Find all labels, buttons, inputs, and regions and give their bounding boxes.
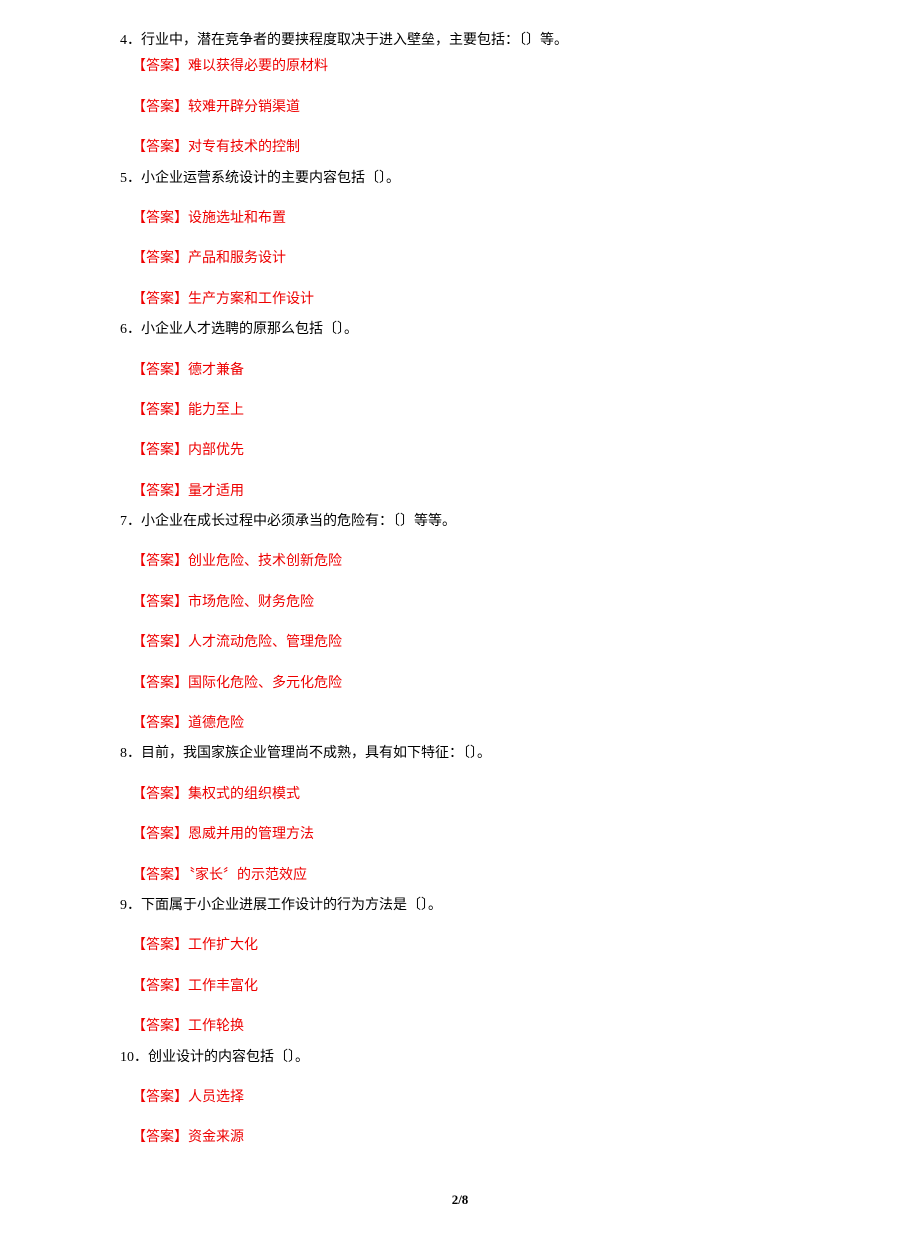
answer-text: 德才兼备	[188, 363, 244, 378]
answer-line: 【答案】工作扩大化	[132, 935, 800, 957]
answer-label: 【答案】	[132, 979, 188, 994]
answer-label: 【答案】	[132, 140, 188, 155]
answer-line: 【答案】创业危险、技术创新危险	[132, 551, 800, 573]
page-number: 2/8	[120, 1190, 800, 1211]
answer-label: 【答案】	[132, 100, 188, 115]
question-number: 7．	[120, 514, 141, 529]
question-number: 8．	[120, 746, 141, 761]
question-10: 10．创业设计的内容包括〔〕。	[120, 1047, 800, 1069]
answer-text: 恩威并用的管理方法	[188, 827, 314, 842]
question-number: 9．	[120, 898, 141, 913]
answer-line: 【答案】市场危险、财务危险	[132, 592, 800, 614]
answer-line: 【答案】人才流动危险、管理危险	[132, 632, 800, 654]
answer-line: 【答案】道德危险	[132, 713, 800, 735]
answer-text: 产品和服务设计	[188, 251, 286, 266]
answer-line: 【答案】国际化危险、多元化危险	[132, 673, 800, 695]
question-5: 5．小企业运营系统设计的主要内容包括〔〕。	[120, 168, 800, 190]
answer-text: 〝家长〞的示范效应	[188, 868, 307, 883]
answer-line: 【答案】设施选址和布置	[132, 208, 800, 230]
answer-text: 资金来源	[188, 1130, 244, 1145]
question-text: 目前，我国家族企业管理尚不成熟，具有如下特征：〔〕。	[141, 746, 491, 761]
answer-label: 【答案】	[132, 363, 188, 378]
answer-line: 【答案】工作丰富化	[132, 976, 800, 998]
answer-label: 【答案】	[132, 938, 188, 953]
question-number: 4．	[120, 33, 141, 48]
answer-text: 能力至上	[188, 403, 244, 418]
answer-text: 对专有技术的控制	[188, 140, 300, 155]
answer-text: 较难开辟分销渠道	[188, 100, 300, 115]
answer-text: 市场危险、财务危险	[188, 595, 314, 610]
answer-line: 【答案】内部优先	[132, 440, 800, 462]
answer-text: 难以获得必要的原材料	[188, 59, 328, 74]
question-text: 行业中，潜在竞争者的要挟程度取决于进入壁垒，主要包括：〔〕等。	[141, 33, 568, 48]
answer-label: 【答案】	[132, 868, 188, 883]
answer-line: 【答案】资金来源	[132, 1127, 800, 1149]
answer-line: 【答案】难以获得必要的原材料	[132, 56, 800, 78]
answer-label: 【答案】	[132, 211, 188, 226]
question-8: 8．目前，我国家族企业管理尚不成熟，具有如下特征：〔〕。	[120, 743, 800, 765]
answer-line: 【答案】〝家长〞的示范效应	[132, 865, 800, 887]
answer-label: 【答案】	[132, 676, 188, 691]
answer-line: 【答案】集权式的组织模式	[132, 784, 800, 806]
answer-label: 【答案】	[132, 1130, 188, 1145]
answer-line: 【答案】能力至上	[132, 400, 800, 422]
answer-text: 道德危险	[188, 716, 244, 731]
question-text: 下面属于小企业进展工作设计的行为方法是〔〕。	[141, 898, 442, 913]
answer-label: 【答案】	[132, 292, 188, 307]
answer-line: 【答案】量才适用	[132, 481, 800, 503]
answer-text: 生产方案和工作设计	[188, 292, 314, 307]
question-4: 4．行业中，潜在竞争者的要挟程度取决于进入壁垒，主要包括：〔〕等。	[120, 30, 800, 52]
answer-text: 工作轮换	[188, 1019, 244, 1034]
document-page: 4．行业中，潜在竞争者的要挟程度取决于进入壁垒，主要包括：〔〕等。【答案】难以获…	[0, 0, 920, 1251]
answer-line: 【答案】人员选择	[132, 1087, 800, 1109]
answer-label: 【答案】	[132, 403, 188, 418]
answer-line: 【答案】德才兼备	[132, 360, 800, 382]
answer-line: 【答案】对专有技术的控制	[132, 137, 800, 159]
question-text: 小企业人才选聘的原那么包括〔〕。	[141, 322, 358, 337]
answer-line: 【答案】工作轮换	[132, 1016, 800, 1038]
answer-line: 【答案】较难开辟分销渠道	[132, 97, 800, 119]
answer-text: 集权式的组织模式	[188, 787, 300, 802]
answer-label: 【答案】	[132, 443, 188, 458]
question-number: 6．	[120, 322, 141, 337]
answer-label: 【答案】	[132, 635, 188, 650]
answer-line: 【答案】产品和服务设计	[132, 248, 800, 270]
answer-text: 人员选择	[188, 1090, 244, 1105]
answer-label: 【答案】	[132, 59, 188, 74]
answer-label: 【答案】	[132, 787, 188, 802]
answer-label: 【答案】	[132, 1090, 188, 1105]
question-7: 7．小企业在成长过程中必须承当的危险有：〔〕等等。	[120, 511, 800, 533]
answer-label: 【答案】	[132, 595, 188, 610]
answer-label: 【答案】	[132, 827, 188, 842]
question-text: 小企业在成长过程中必须承当的危险有：〔〕等等。	[141, 514, 456, 529]
answer-text: 人才流动危险、管理危险	[188, 635, 342, 650]
answer-text: 工作扩大化	[188, 938, 258, 953]
answer-text: 量才适用	[188, 484, 244, 499]
answer-label: 【答案】	[132, 1019, 188, 1034]
question-text: 小企业运营系统设计的主要内容包括〔〕。	[141, 171, 400, 186]
answer-text: 工作丰富化	[188, 979, 258, 994]
answer-label: 【答案】	[132, 251, 188, 266]
answer-text: 设施选址和布置	[188, 211, 286, 226]
answer-label: 【答案】	[132, 554, 188, 569]
answer-line: 【答案】生产方案和工作设计	[132, 289, 800, 311]
answer-label: 【答案】	[132, 716, 188, 731]
answer-text: 国际化危险、多元化危险	[188, 676, 342, 691]
question-number: 10．	[120, 1050, 148, 1065]
question-number: 5．	[120, 171, 141, 186]
question-9: 9．下面属于小企业进展工作设计的行为方法是〔〕。	[120, 895, 800, 917]
answer-text: 创业危险、技术创新危险	[188, 554, 342, 569]
answer-text: 内部优先	[188, 443, 244, 458]
answer-line: 【答案】恩威并用的管理方法	[132, 824, 800, 846]
question-6: 6．小企业人才选聘的原那么包括〔〕。	[120, 319, 800, 341]
answer-label: 【答案】	[132, 484, 188, 499]
question-text: 创业设计的内容包括〔〕。	[148, 1050, 309, 1065]
